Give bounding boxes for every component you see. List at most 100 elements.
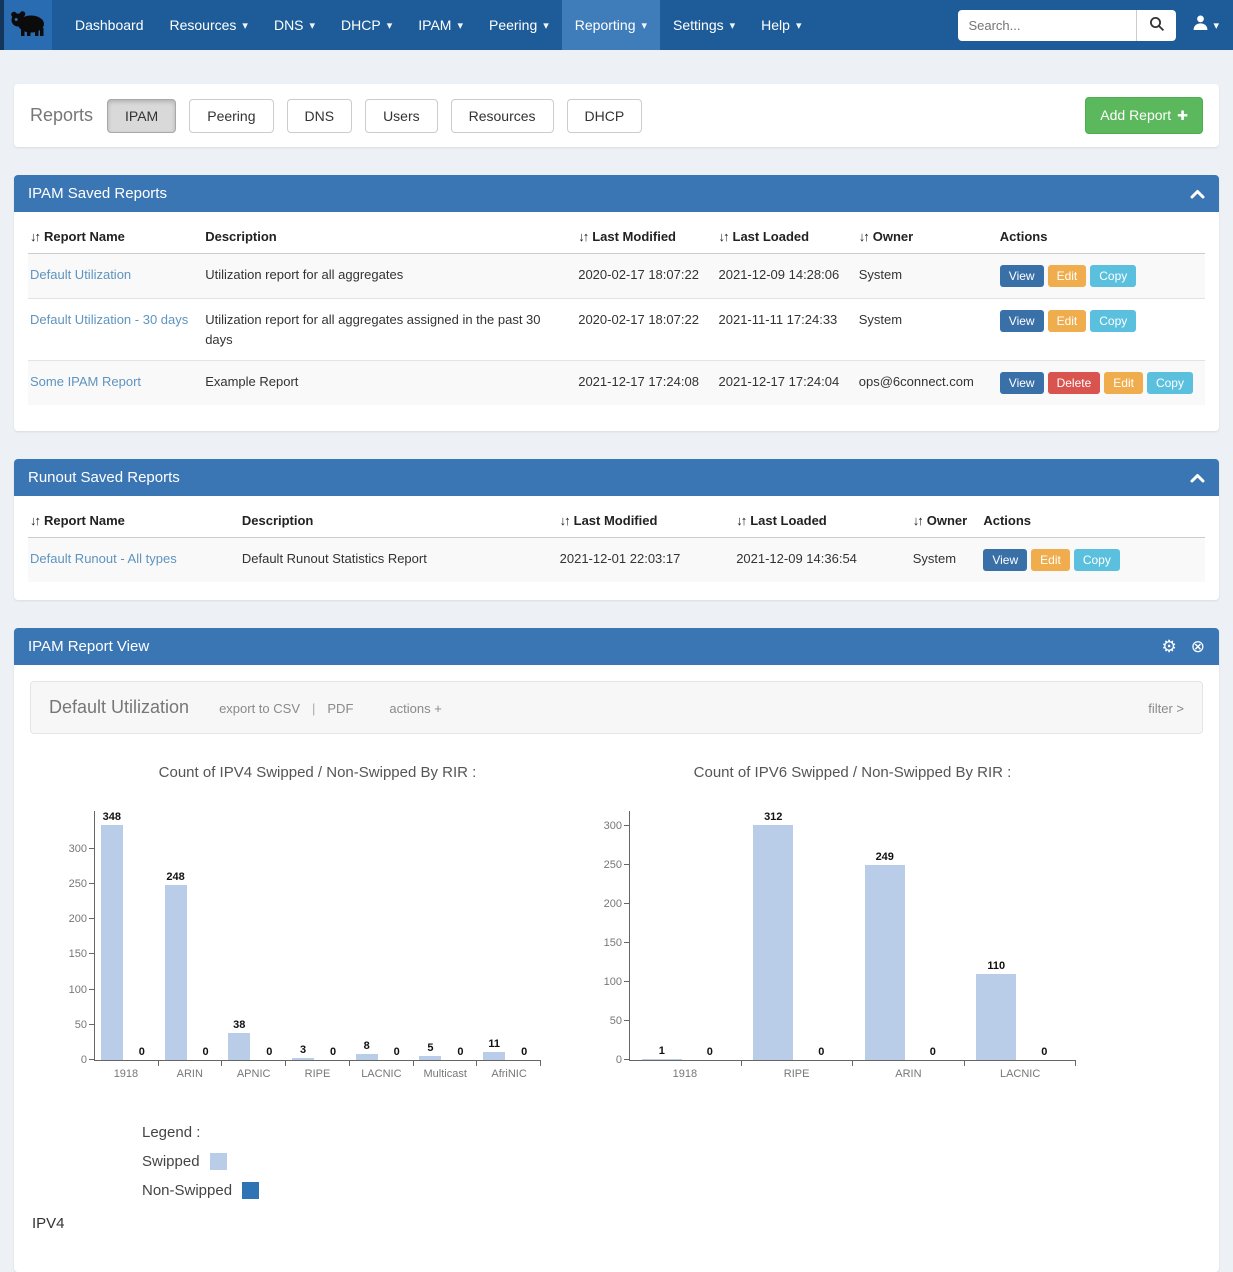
- nav-item-reporting[interactable]: Reporting▾: [562, 0, 660, 50]
- tab-ipam[interactable]: IPAM: [107, 99, 176, 133]
- copy-button[interactable]: Copy: [1090, 265, 1136, 287]
- column-header[interactable]: ↓↑Last Modified: [576, 218, 716, 254]
- x-axis-label: AfriNIC: [477, 1068, 541, 1080]
- edit-button[interactable]: Edit: [1048, 265, 1087, 287]
- bar-swipped: [419, 1056, 441, 1060]
- filter-toggle[interactable]: filter >: [1148, 701, 1184, 716]
- report-view-toolbar: Default Utilization export to CSV | PDF …: [30, 681, 1203, 734]
- report-title: Default Utilization: [49, 697, 189, 718]
- navbar-menu: DashboardResources▾DNS▾DHCP▾IPAM▾Peering…: [62, 0, 814, 50]
- bar-swipped: [101, 825, 123, 1060]
- export-csv-link[interactable]: export to CSV: [219, 701, 300, 716]
- y-tick-label: 250: [49, 878, 87, 890]
- close-circle-icon[interactable]: ⊗: [1191, 638, 1205, 655]
- table-cell: System: [857, 254, 998, 299]
- y-tick-label: 150: [584, 937, 622, 949]
- report-name-link[interactable]: Some IPAM Report: [30, 374, 141, 389]
- tab-dns[interactable]: DNS: [287, 99, 353, 133]
- nav-item-peering[interactable]: Peering▾: [476, 0, 562, 50]
- nav-item-dns[interactable]: DNS▾: [261, 0, 328, 50]
- chart-title: Count of IPV4 Swipped / Non-Swipped By R…: [46, 764, 541, 781]
- bar-value-label: 248: [166, 871, 184, 883]
- caret-down-icon: ▾: [543, 19, 549, 32]
- y-tick-label: 100: [49, 984, 87, 996]
- search-button[interactable]: [1136, 10, 1176, 41]
- ipv6-chart: Count of IPV6 Swipped / Non-Swipped By R…: [581, 764, 1076, 1080]
- table-row: Some IPAM ReportExample Report2021-12-17…: [28, 361, 1205, 406]
- bar-swipped: [753, 825, 793, 1060]
- ipam-reports-table: ↓↑Report NameDescription↓↑Last Modified↓…: [28, 218, 1205, 405]
- export-pdf-link[interactable]: PDF: [327, 701, 353, 716]
- column-header[interactable]: ↓↑Report Name: [28, 218, 203, 254]
- report-name-link[interactable]: Default Utilization - 30 days: [30, 312, 188, 327]
- y-tick-label: 250: [584, 859, 622, 871]
- bar-swipped: [292, 1058, 314, 1060]
- search-input[interactable]: [958, 10, 1136, 41]
- charts-row: Count of IPV4 Swipped / Non-Swipped By R…: [30, 764, 1203, 1080]
- tab-dhcp[interactable]: DHCP: [567, 99, 643, 133]
- bar-value-label: 0: [330, 1046, 336, 1058]
- view-button[interactable]: View: [1000, 372, 1044, 394]
- caret-down-icon: ▾: [730, 19, 736, 32]
- sort-icon: ↓↑: [578, 229, 587, 244]
- edit-button[interactable]: Edit: [1031, 549, 1070, 571]
- view-button[interactable]: View: [1000, 310, 1044, 332]
- app-logo[interactable]: [0, 0, 52, 50]
- ipv4-chart: Count of IPV4 Swipped / Non-Swipped By R…: [46, 764, 541, 1080]
- add-report-button[interactable]: Add Report✚: [1085, 97, 1203, 134]
- nav-item-resources[interactable]: Resources▾: [157, 0, 261, 50]
- nav-item-label: DNS: [274, 17, 304, 33]
- table-cell: 2021-12-17 17:24:04: [717, 361, 857, 406]
- collapse-chevron-up-icon[interactable]: [1190, 185, 1205, 202]
- edit-button[interactable]: Edit: [1048, 310, 1087, 332]
- nav-item-label: Reporting: [575, 17, 636, 33]
- view-button[interactable]: View: [983, 549, 1027, 571]
- nav-item-help[interactable]: Help▾: [748, 0, 814, 50]
- bar-value-label: 0: [707, 1046, 713, 1058]
- chart-category-slot: 1100: [965, 811, 1077, 1060]
- user-menu[interactable]: ▾: [1192, 14, 1219, 36]
- sort-icon: ↓↑: [913, 513, 922, 528]
- column-header[interactable]: ↓↑Report Name: [28, 502, 240, 538]
- chart-category-slot: 3480: [95, 811, 159, 1060]
- copy-button[interactable]: Copy: [1147, 372, 1193, 394]
- view-button[interactable]: View: [1000, 265, 1044, 287]
- panel-title: IPAM Report View: [28, 638, 149, 655]
- bar-value-label: 0: [203, 1046, 209, 1058]
- actions-menu[interactable]: actions +: [389, 701, 441, 716]
- gear-icon[interactable]: ⚙: [1162, 638, 1177, 655]
- nav-item-dhcp[interactable]: DHCP▾: [328, 0, 405, 50]
- bar-value-label: 110: [987, 960, 1005, 972]
- y-tick-label: 300: [49, 843, 87, 855]
- tab-resources[interactable]: Resources: [451, 99, 554, 133]
- copy-button[interactable]: Copy: [1090, 310, 1136, 332]
- y-tick-label: 150: [49, 948, 87, 960]
- legend-item: Non-Swipped: [142, 1182, 1203, 1199]
- x-axis-label: 1918: [94, 1068, 158, 1080]
- nav-item-ipam[interactable]: IPAM▾: [405, 0, 476, 50]
- panel-title: IPAM Saved Reports: [28, 185, 167, 202]
- edit-button[interactable]: Edit: [1104, 372, 1143, 394]
- sort-icon: ↓↑: [30, 513, 39, 528]
- column-header[interactable]: ↓↑Owner: [857, 218, 998, 254]
- column-header[interactable]: ↓↑Last Loaded: [717, 218, 857, 254]
- bar-swipped: [165, 885, 187, 1060]
- report-name-link[interactable]: Default Runout - All types: [30, 551, 177, 566]
- column-header: Description: [240, 502, 558, 538]
- y-tick-label: 300: [584, 820, 622, 832]
- report-name-link[interactable]: Default Utilization: [30, 267, 131, 282]
- add-report-label: Add Report: [1100, 107, 1171, 123]
- collapse-chevron-up-icon[interactable]: [1190, 469, 1205, 486]
- table-header-row: ↓↑Report NameDescription↓↑Last Modified↓…: [28, 502, 1205, 538]
- bar-value-label: 0: [394, 1046, 400, 1058]
- delete-button[interactable]: Delete: [1048, 372, 1101, 394]
- nav-item-settings[interactable]: Settings▾: [660, 0, 748, 50]
- column-header[interactable]: ↓↑Last Modified: [558, 502, 735, 538]
- column-header[interactable]: ↓↑Owner: [911, 502, 982, 538]
- column-header[interactable]: ↓↑Last Loaded: [734, 502, 911, 538]
- copy-button[interactable]: Copy: [1074, 549, 1120, 571]
- tab-peering[interactable]: Peering: [189, 99, 273, 133]
- table-cell: System: [857, 299, 998, 361]
- nav-item-dashboard[interactable]: Dashboard: [62, 0, 157, 50]
- tab-users[interactable]: Users: [365, 99, 438, 133]
